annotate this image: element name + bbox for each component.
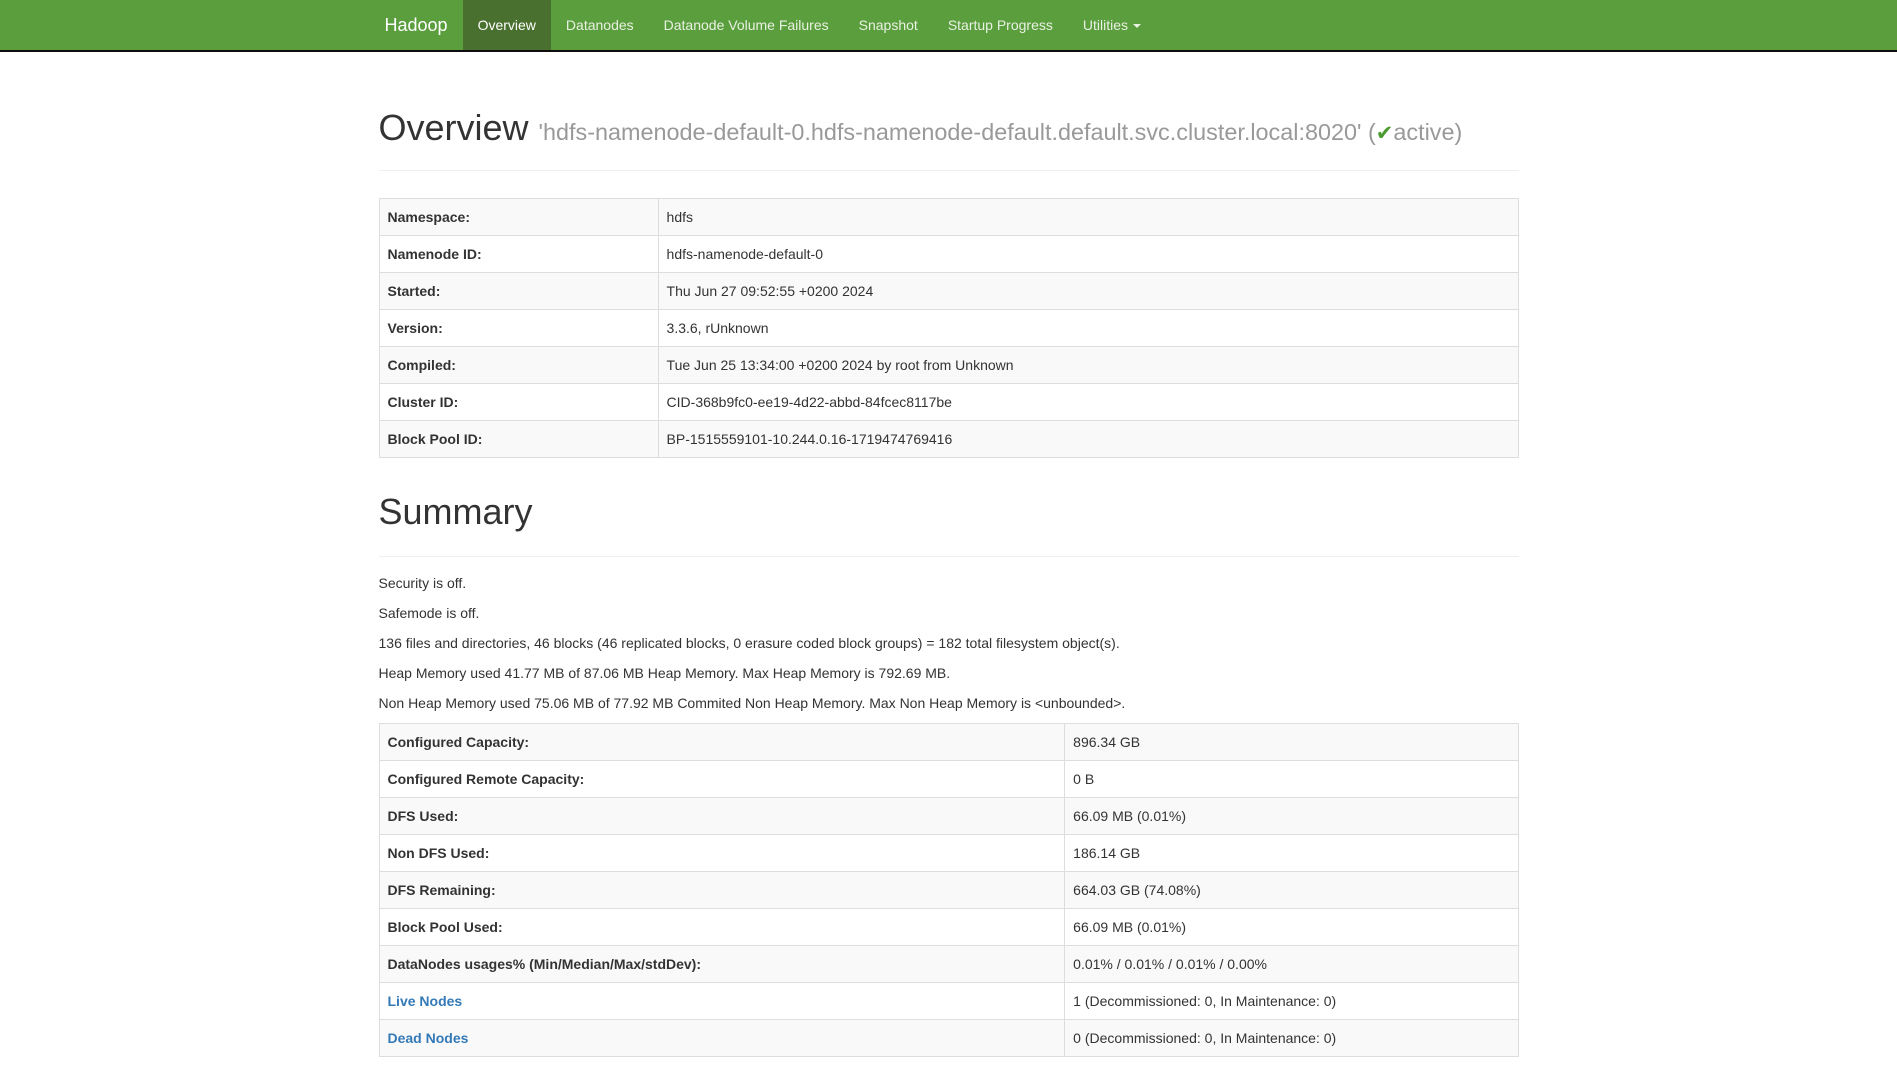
table-row: DFS Used: 66.09 MB (0.01%) <box>379 798 1518 835</box>
row-value: 1 (Decommissioned: 0, In Maintenance: 0) <box>1065 983 1518 1020</box>
nav-link-datanodes[interactable]: Datanodes <box>551 0 649 50</box>
nav-link-startup-progress[interactable]: Startup Progress <box>933 0 1068 50</box>
row-label: Version: <box>379 310 658 347</box>
row-value: hdfs-namenode-default-0 <box>658 236 1518 273</box>
row-value: Tue Jun 25 13:34:00 +0200 2024 by root f… <box>658 347 1518 384</box>
row-value: CID-368b9fc0-ee19-4d22-abbd-84fcec8117be <box>658 384 1518 421</box>
namenode-info-table: Namespace: hdfs Namenode ID: hdfs-nameno… <box>379 198 1519 458</box>
row-value: hdfs <box>658 199 1518 236</box>
row-value: BP-1515559101-10.244.0.16-1719474769416 <box>658 421 1518 458</box>
table-row: Version: 3.3.6, rUnknown <box>379 310 1518 347</box>
row-label: Non DFS Used: <box>379 835 1065 872</box>
nav-link-snapshot[interactable]: Snapshot <box>844 0 933 50</box>
row-value: 664.03 GB (74.08%) <box>1065 872 1518 909</box>
summary-paragraph: Heap Memory used 41.77 MB of 87.06 MB He… <box>379 663 1519 683</box>
summary-paragraph: Security is off. <box>379 573 1519 593</box>
table-row: Block Pool ID: BP-1515559101-10.244.0.16… <box>379 421 1518 458</box>
main-nav: Overview Datanodes Datanode Volume Failu… <box>463 0 1156 50</box>
dead-nodes-link[interactable]: Dead Nodes <box>388 1030 469 1046</box>
live-nodes-link[interactable]: Live Nodes <box>388 993 463 1009</box>
top-navbar: Hadoop Overview Datanodes Datanode Volum… <box>0 0 1897 52</box>
row-label: Namenode ID: <box>379 236 658 273</box>
nav-link-datanode-volume-failures[interactable]: Datanode Volume Failures <box>649 0 844 50</box>
nav-item-datanodes: Datanodes <box>551 0 649 50</box>
row-label: Live Nodes <box>379 983 1065 1020</box>
row-label: Started: <box>379 273 658 310</box>
row-value: Thu Jun 27 09:52:55 +0200 2024 <box>658 273 1518 310</box>
overview-header: Overview 'hdfs-namenode-default-0.hdfs-n… <box>379 108 1519 171</box>
row-value: 66.09 MB (0.01%) <box>1065 798 1518 835</box>
table-row: Cluster ID: CID-368b9fc0-ee19-4d22-abbd-… <box>379 384 1518 421</box>
table-row: Compiled: Tue Jun 25 13:34:00 +0200 2024… <box>379 347 1518 384</box>
table-row: DFS Remaining: 664.03 GB (74.08%) <box>379 872 1518 909</box>
nav-item-startup-progress: Startup Progress <box>933 0 1068 50</box>
summary-table: Configured Capacity: 896.34 GB Configure… <box>379 723 1519 1057</box>
row-label: Block Pool ID: <box>379 421 658 458</box>
summary-paragraph: Non Heap Memory used 75.06 MB of 77.92 M… <box>379 693 1519 713</box>
table-row: Non DFS Used: 186.14 GB <box>379 835 1518 872</box>
table-row: Namespace: hdfs <box>379 199 1518 236</box>
summary-title: Summary <box>379 492 1519 532</box>
table-row: Live Nodes 1 (Decommissioned: 0, In Main… <box>379 983 1518 1020</box>
row-value: 186.14 GB <box>1065 835 1518 872</box>
row-value: 66.09 MB (0.01%) <box>1065 909 1518 946</box>
nav-item-snapshot: Snapshot <box>844 0 933 50</box>
summary-text-block: Security is off. Safemode is off. 136 fi… <box>379 573 1519 713</box>
table-row: Configured Capacity: 896.34 GB <box>379 724 1518 761</box>
namenode-state: (✔active) <box>1368 119 1462 145</box>
summary-header: Summary <box>379 492 1519 557</box>
page-title: Overview 'hdfs-namenode-default-0.hdfs-n… <box>379 108 1519 154</box>
row-label: Dead Nodes <box>379 1020 1065 1057</box>
row-value: 0 (Decommissioned: 0, In Maintenance: 0) <box>1065 1020 1518 1057</box>
summary-paragraph: 136 files and directories, 46 blocks (46… <box>379 633 1519 653</box>
row-label: DFS Used: <box>379 798 1065 835</box>
nav-item-utilities: Utilities <box>1068 0 1156 50</box>
row-label: Cluster ID: <box>379 384 658 421</box>
namenode-address: 'hdfs-namenode-default-0.hdfs-namenode-d… <box>539 119 1463 145</box>
row-label: Configured Capacity: <box>379 724 1065 761</box>
table-row: Started: Thu Jun 27 09:52:55 +0200 2024 <box>379 273 1518 310</box>
nav-item-overview: Overview <box>463 0 551 50</box>
nav-item-datanode-volume-failures: Datanode Volume Failures <box>649 0 844 50</box>
table-row: DataNodes usages% (Min/Median/Max/stdDev… <box>379 946 1518 983</box>
row-value: 896.34 GB <box>1065 724 1518 761</box>
table-row: Configured Remote Capacity: 0 B <box>379 761 1518 798</box>
row-label: DataNodes usages% (Min/Median/Max/stdDev… <box>379 946 1065 983</box>
check-icon: ✔ <box>1376 122 1394 145</box>
row-value: 3.3.6, rUnknown <box>658 310 1518 347</box>
caret-down-icon <box>1133 24 1141 28</box>
row-label: Namespace: <box>379 199 658 236</box>
row-label: Block Pool Used: <box>379 909 1065 946</box>
nav-link-overview[interactable]: Overview <box>463 0 551 50</box>
row-value: 0.01% / 0.01% / 0.01% / 0.00% <box>1065 946 1518 983</box>
table-row: Namenode ID: hdfs-namenode-default-0 <box>379 236 1518 273</box>
row-label: Compiled: <box>379 347 658 384</box>
row-value: 0 B <box>1065 761 1518 798</box>
brand-hadoop[interactable]: Hadoop <box>379 0 463 50</box>
row-label: Configured Remote Capacity: <box>379 761 1065 798</box>
nav-link-utilities-dropdown[interactable]: Utilities <box>1068 0 1156 50</box>
row-label: DFS Remaining: <box>379 872 1065 909</box>
table-row: Dead Nodes 0 (Decommissioned: 0, In Main… <box>379 1020 1518 1057</box>
summary-paragraph: Safemode is off. <box>379 603 1519 623</box>
table-row: Block Pool Used: 66.09 MB (0.01%) <box>379 909 1518 946</box>
